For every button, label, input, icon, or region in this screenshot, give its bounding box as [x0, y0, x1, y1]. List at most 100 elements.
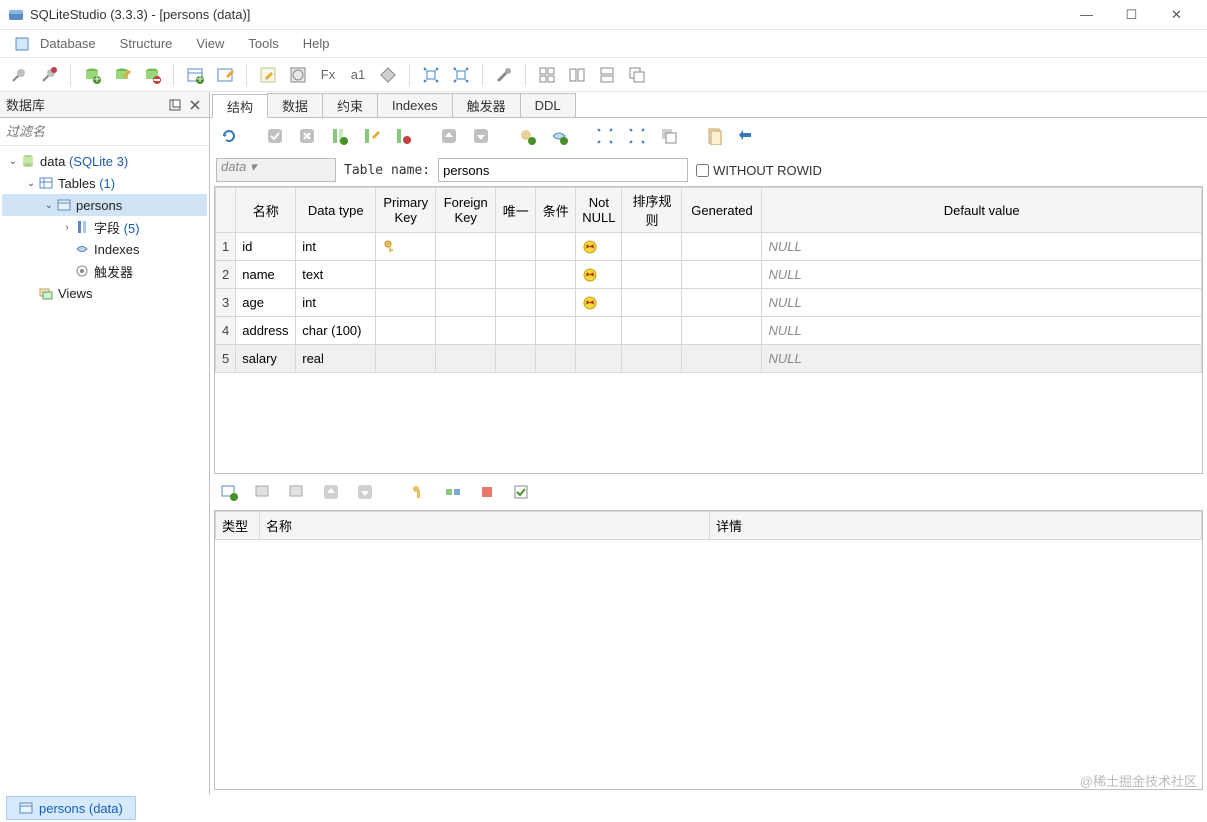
- copy-table-icon[interactable]: [656, 123, 682, 149]
- add-table-constraint-icon[interactable]: [216, 479, 242, 505]
- pk-constraint-icon[interactable]: [406, 479, 432, 505]
- dock-tab-persons[interactable]: persons (data): [6, 796, 136, 820]
- fields-icon: [74, 219, 90, 235]
- edit-db-icon[interactable]: [109, 62, 135, 88]
- col-header-type[interactable]: Data type: [296, 188, 376, 233]
- db-combo[interactable]: data ▾: [216, 158, 336, 182]
- column-row[interactable]: 3ageintNULL: [216, 289, 1202, 317]
- db-tree[interactable]: ⌄ data (SQLite 3) ⌄ Tables (1) ⌄ persons…: [0, 146, 209, 794]
- column-row[interactable]: 5salaryrealNULL: [216, 345, 1202, 373]
- disconnect-icon[interactable]: [36, 62, 62, 88]
- expand-icon[interactable]: [418, 62, 444, 88]
- undo-icon[interactable]: [734, 123, 760, 149]
- table-edit-icon[interactable]: [212, 62, 238, 88]
- edit-column-icon[interactable]: [358, 123, 384, 149]
- col-header-unique[interactable]: 唯一: [496, 188, 536, 233]
- collapse-icon[interactable]: [448, 62, 474, 88]
- split-v-icon[interactable]: [594, 62, 620, 88]
- col-header-notnull[interactable]: Not NULL: [576, 188, 622, 233]
- tree-tables-node[interactable]: ⌄ Tables (1): [2, 172, 207, 194]
- unique-constraint-icon[interactable]: [474, 479, 500, 505]
- columns-grid[interactable]: 名称 Data type Primary Key Foreign Key 唯一 …: [214, 186, 1203, 474]
- tree-views-node[interactable]: Views: [2, 282, 207, 304]
- tree-fields-node[interactable]: › 字段 (5): [2, 216, 207, 238]
- tab-triggers[interactable]: 触发器: [452, 93, 521, 117]
- twisty-icon[interactable]: ⌄: [24, 178, 38, 189]
- col-header-default[interactable]: Default value: [762, 188, 1202, 233]
- add-constraint-icon[interactable]: [514, 123, 540, 149]
- add-db-icon[interactable]: +: [79, 62, 105, 88]
- menu-database[interactable]: Database: [30, 33, 106, 54]
- rollback-icon[interactable]: [294, 123, 320, 149]
- tab-constraints[interactable]: 约束: [322, 93, 378, 117]
- remove-db-icon[interactable]: [139, 62, 165, 88]
- tab-indexes[interactable]: Indexes: [377, 93, 453, 117]
- details-header-name[interactable]: 名称: [260, 512, 710, 540]
- close-panel-icon[interactable]: [187, 97, 203, 113]
- tree-triggers-node[interactable]: 触发器: [2, 260, 207, 282]
- twisty-icon[interactable]: ›: [60, 222, 74, 233]
- svg-text:+: +: [93, 71, 101, 84]
- expand-all-icon[interactable]: [592, 123, 618, 149]
- move-constraint-up-icon[interactable]: [318, 479, 344, 505]
- column-row[interactable]: 4addresschar (100)NULL: [216, 317, 1202, 345]
- details-header-details[interactable]: 详情: [710, 512, 1202, 540]
- move-constraint-down-icon[interactable]: [352, 479, 378, 505]
- tree-table-persons[interactable]: ⌄ persons: [2, 194, 207, 216]
- commit-icon[interactable]: [262, 123, 288, 149]
- table-add-icon[interactable]: +: [182, 62, 208, 88]
- twisty-icon[interactable]: ⌄: [6, 156, 20, 167]
- tree-db-node[interactable]: ⌄ data (SQLite 3): [2, 150, 207, 172]
- menu-view[interactable]: View: [186, 33, 234, 54]
- without-rowid-checkbox[interactable]: WITHOUT ROWID: [696, 163, 822, 178]
- add-column-icon[interactable]: [326, 123, 352, 149]
- col-header-fk[interactable]: Foreign Key: [436, 188, 496, 233]
- edit-table-constraint-icon[interactable]: [250, 479, 276, 505]
- window-title: SQLiteStudio (3.3.3) - [persons (data)]: [30, 7, 1064, 22]
- add-index-icon[interactable]: [546, 123, 572, 149]
- move-up-icon[interactable]: [436, 123, 462, 149]
- col-header-pk[interactable]: Primary Key: [376, 188, 436, 233]
- collation-icon[interactable]: a1: [345, 62, 371, 88]
- connect-icon[interactable]: [6, 62, 32, 88]
- tab-ddl[interactable]: DDL: [520, 93, 576, 117]
- column-row[interactable]: 2nametextNULL: [216, 261, 1202, 289]
- col-header-generated[interactable]: Generated: [682, 188, 762, 233]
- menu-structure[interactable]: Structure: [110, 33, 183, 54]
- split-h-icon[interactable]: [564, 62, 590, 88]
- fk-constraint-icon[interactable]: [440, 479, 466, 505]
- tree-indexes-node[interactable]: Indexes: [2, 238, 207, 260]
- filter-input[interactable]: [0, 121, 209, 143]
- delete-column-icon[interactable]: [390, 123, 416, 149]
- undock-icon[interactable]: [167, 97, 183, 113]
- close-button[interactable]: ✕: [1154, 0, 1199, 30]
- menu-tools[interactable]: Tools: [238, 33, 288, 54]
- history-icon[interactable]: [285, 62, 311, 88]
- table-name-input[interactable]: [438, 158, 688, 182]
- cascade-icon[interactable]: [624, 62, 650, 88]
- column-row[interactable]: 1idintNULL: [216, 233, 1202, 261]
- maximize-button[interactable]: ☐: [1109, 0, 1154, 30]
- refresh-icon[interactable]: [216, 123, 242, 149]
- tab-structure[interactable]: 结构: [212, 94, 268, 118]
- settings-icon[interactable]: [491, 62, 517, 88]
- col-header-name[interactable]: 名称: [236, 188, 296, 233]
- twisty-icon[interactable]: ⌄: [42, 200, 56, 211]
- check-constraint-icon[interactable]: [508, 479, 534, 505]
- col-header-check[interactable]: 条件: [536, 188, 576, 233]
- menu-help[interactable]: Help: [293, 33, 340, 54]
- tab-data[interactable]: 数据: [267, 93, 323, 117]
- script-icon[interactable]: [702, 123, 728, 149]
- constraints-grid[interactable]: 类型 名称 详情: [214, 510, 1203, 790]
- col-header-collate[interactable]: 排序规则: [622, 188, 682, 233]
- extension-icon[interactable]: [375, 62, 401, 88]
- sql-edit-icon[interactable]: [255, 62, 281, 88]
- tile-icon[interactable]: [534, 62, 560, 88]
- minimize-button[interactable]: —: [1064, 0, 1109, 30]
- collapse-all-icon[interactable]: [624, 123, 650, 149]
- delete-table-constraint-icon[interactable]: [284, 479, 310, 505]
- dock-bar: persons (data): [0, 794, 1207, 822]
- function-icon[interactable]: Fx: [315, 62, 341, 88]
- move-down-icon[interactable]: [468, 123, 494, 149]
- details-header-type[interactable]: 类型: [216, 512, 260, 540]
